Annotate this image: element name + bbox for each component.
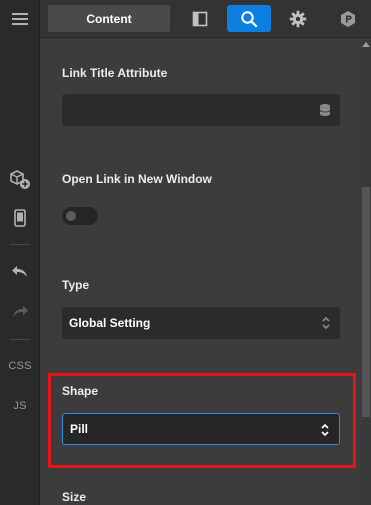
settings-button[interactable] xyxy=(282,5,314,32)
new-window-label: Open Link in New Window xyxy=(62,172,212,186)
dynamic-data-icon[interactable] xyxy=(319,103,331,117)
search-button[interactable] xyxy=(227,5,271,32)
properties-panel: Link Title Attribute Open Link in New Wi… xyxy=(41,39,361,505)
device-preview-icon xyxy=(14,209,26,227)
gear-icon xyxy=(289,10,307,27)
scroll-up-arrow[interactable] xyxy=(361,39,371,49)
size-label: Size xyxy=(62,490,87,504)
editor-app: CSS JS Content Link Title Attribute Open… xyxy=(0,0,371,505)
chevron-updown-icon xyxy=(322,316,330,330)
search-icon xyxy=(241,10,258,27)
layout-panel-icon xyxy=(192,11,208,26)
scroll-thumb[interactable] xyxy=(362,187,370,417)
css-button[interactable]: CSS xyxy=(0,355,40,377)
type-label: Type xyxy=(62,278,90,292)
rail-divider xyxy=(10,339,30,340)
plugin-button[interactable] xyxy=(332,5,364,32)
type-select[interactable]: Global Setting xyxy=(62,307,340,339)
device-preview-button[interactable] xyxy=(0,205,40,231)
undo-button[interactable] xyxy=(0,259,40,283)
shape-highlight-box xyxy=(48,373,356,468)
css-label: CSS xyxy=(8,360,32,372)
js-button[interactable]: JS xyxy=(0,395,40,417)
add-component-icon xyxy=(10,170,30,189)
type-select-value: Global Setting xyxy=(69,316,151,330)
arrow-up-icon xyxy=(362,42,370,47)
left-toolbar: CSS JS xyxy=(0,0,40,505)
plugin-icon xyxy=(341,10,355,27)
link-title-label: Link Title Attribute xyxy=(62,66,168,80)
toggle-knob xyxy=(66,211,76,221)
tab-content[interactable]: Content xyxy=(48,5,170,32)
redo-icon xyxy=(13,306,28,317)
panel-scrollbar[interactable] xyxy=(361,39,371,505)
undo-icon xyxy=(12,266,27,277)
js-label: JS xyxy=(13,400,27,412)
menu-button[interactable] xyxy=(0,6,40,32)
menu-icon xyxy=(12,13,28,25)
new-window-toggle[interactable] xyxy=(62,207,98,225)
top-toolbar: Content xyxy=(40,0,371,38)
link-title-input[interactable] xyxy=(62,94,340,126)
redo-button[interactable] xyxy=(0,299,40,323)
layout-panel-button[interactable] xyxy=(184,5,216,32)
rail-divider xyxy=(10,244,30,245)
add-component-button[interactable] xyxy=(0,166,40,192)
